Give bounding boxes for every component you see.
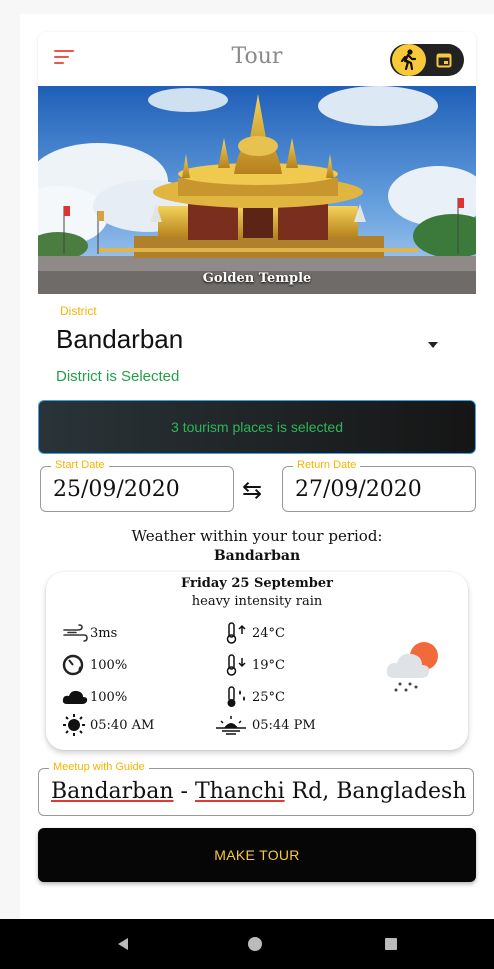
temp-max-value: 24°C — [252, 625, 285, 641]
wind-value: 3ms — [90, 625, 118, 641]
clouds-value: 100% — [90, 689, 128, 705]
app-header: Tour — [38, 32, 476, 86]
sunrise-row: 05:40 AM — [62, 714, 154, 736]
weather-heading-block: Weather within your tour period: Bandarb… — [20, 526, 494, 566]
meetup-label: Meetup with Guide — [49, 761, 149, 773]
hiking-icon[interactable] — [392, 44, 426, 76]
district-label: District — [60, 304, 97, 318]
temp-min-row: 19°C — [224, 654, 285, 676]
hero-image-golden-temple: Golden Temple — [38, 86, 476, 294]
dropdown-arrow-icon[interactable] — [428, 342, 438, 348]
golden-temple-image — [38, 86, 476, 294]
sunset-icon — [214, 714, 252, 736]
return-date-label: Return Date — [293, 459, 361, 471]
weather-city: Bandarban — [213, 548, 301, 564]
sunset-value: 05:44 PM — [252, 717, 316, 733]
return-date-field[interactable]: Return Date 27/09/2020 — [282, 459, 476, 512]
district-select[interactable]: Bandarban — [56, 324, 183, 355]
wind-icon — [62, 622, 90, 644]
humidity-value: 100% — [90, 657, 128, 673]
make-tour-button[interactable]: MAKE TOUR — [38, 828, 476, 882]
weather-description: heavy intensity rain — [191, 594, 323, 609]
thermometer-up-icon — [224, 622, 252, 644]
meetup-location-field[interactable]: Meetup with Guide Bandarban - Thanchi Rd… — [38, 761, 474, 816]
tourism-places-button[interactable]: 3 tourism places is selected — [38, 400, 476, 454]
recent-apps-icon[interactable] — [385, 938, 397, 950]
rain-cloud-icon — [384, 634, 448, 699]
temp-max-row: 24°C — [224, 622, 285, 644]
feels-like-value: 25°C — [252, 689, 285, 705]
sunset-row: 05:44 PM — [214, 714, 316, 736]
home-icon[interactable] — [248, 937, 262, 951]
weather-day: Friday 25 September — [181, 576, 333, 591]
back-icon[interactable] — [118, 938, 128, 950]
hero-caption: Golden Temple — [202, 271, 312, 286]
sun-icon — [62, 714, 90, 736]
district-status: District is Selected — [56, 368, 180, 385]
feels-like-row: 25°C — [224, 686, 285, 708]
weather-heading: Weather within your tour period: — [131, 527, 383, 545]
clouds-row: 100% — [62, 686, 127, 708]
humidity-row: 100% — [62, 654, 127, 676]
calendar-icon[interactable] — [436, 52, 452, 73]
humidity-gauge-icon — [62, 654, 90, 676]
thermometer-feels-icon — [224, 686, 252, 708]
swap-dates-icon[interactable]: ⇆ — [242, 476, 262, 505]
start-date-label: Start Date — [51, 459, 109, 471]
sunrise-value: 05:40 AM — [90, 717, 155, 733]
system-nav-bar — [0, 919, 494, 969]
tour-screen: Tour Golden Temple District Bandarban Di… — [20, 14, 494, 919]
thermometer-down-icon — [224, 654, 252, 676]
start-date-value: 25/09/2020 — [53, 477, 180, 502]
return-date-value: 27/09/2020 — [295, 477, 422, 502]
cloud-icon — [62, 686, 90, 708]
weather-card: Friday 25 September heavy intensity rain… — [46, 572, 468, 750]
wind-row: 3ms — [62, 622, 117, 644]
temp-min-value: 19°C — [252, 657, 285, 673]
meetup-value: Bandarban - Thanchi Rd, Bangladesh — [51, 779, 467, 804]
start-date-field[interactable]: Start Date 25/09/2020 — [40, 459, 234, 512]
mode-toggle[interactable] — [390, 44, 464, 76]
